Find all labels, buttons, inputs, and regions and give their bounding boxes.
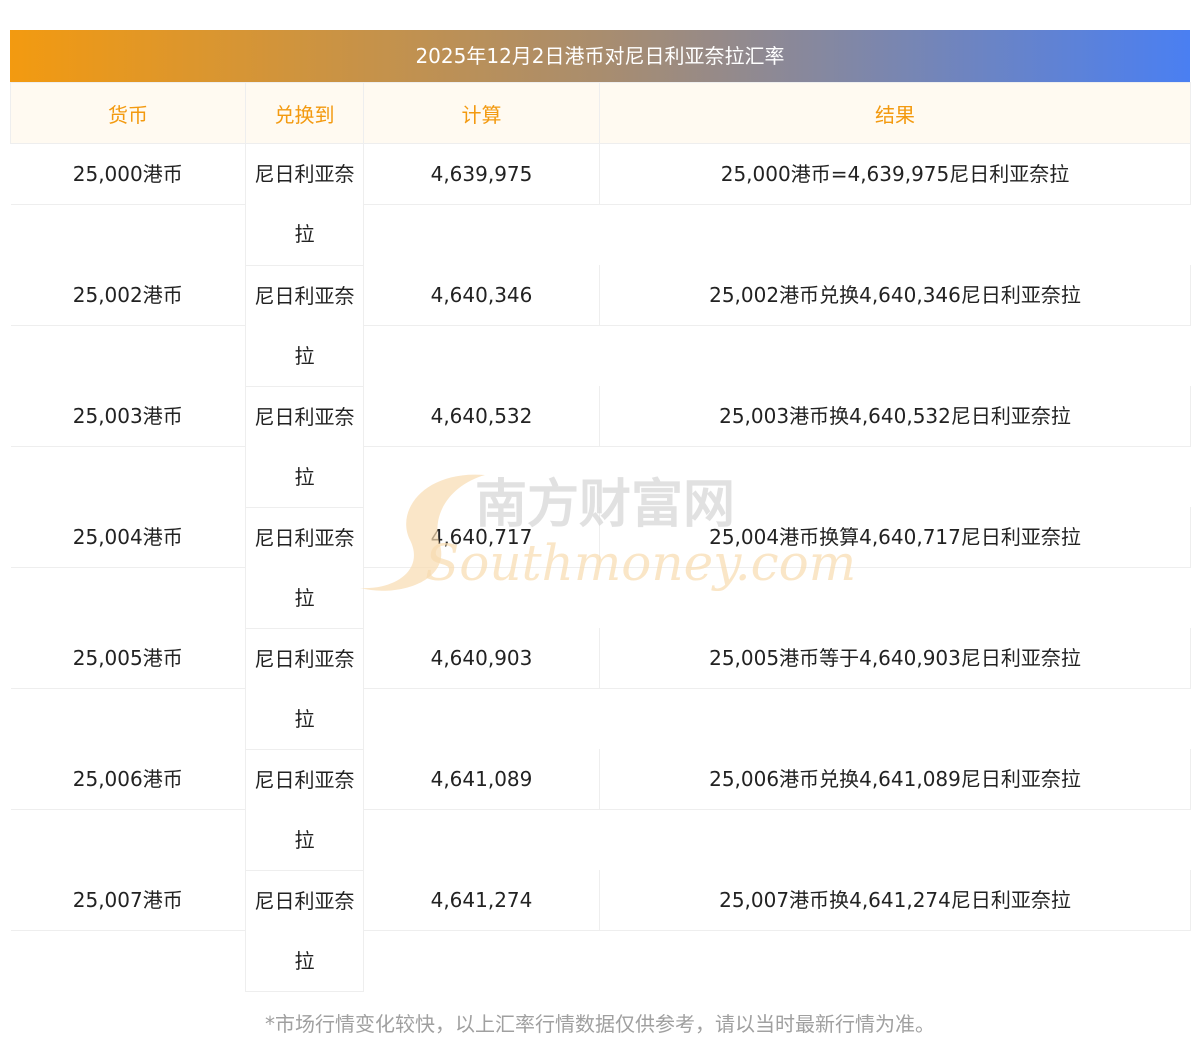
header-currency: 货币 [10, 82, 246, 144]
table-row: 25,002港币 尼日利亚奈拉 4,640,346 25,002港币兑换4,64… [10, 265, 1191, 387]
calc-cell: 4,641,089 [363, 749, 600, 810]
target-currency-cell: 尼日利亚奈拉 [245, 749, 364, 871]
header-row: 货币 兑换到 计算 结果 [10, 82, 1191, 144]
table-row: 25,006港币 尼日利亚奈拉 4,641,089 25,006港币兑换4,64… [10, 749, 1191, 871]
table-row: 25,007港币 尼日利亚奈拉 4,641,274 25,007港币换4,641… [10, 870, 1191, 992]
table-row: 25,005港币 尼日利亚奈拉 4,640,903 25,005港币等于4,64… [10, 628, 1191, 750]
disclaimer-note: *市场行情变化较快，以上汇率行情数据仅供参考，请以当时最新行情为准。 [265, 1012, 935, 1036]
rate-table-container: 2025年12月2日港币对尼日利亚奈拉汇率 货币 兑换到 计算 结果 25,00… [10, 30, 1191, 992]
result-cell: 25,005港币等于4,640,903尼日利亚奈拉 [599, 628, 1191, 689]
calc-cell: 4,639,975 [363, 143, 600, 205]
table-row: 25,003港币 尼日利亚奈拉 4,640,532 25,003港币换4,640… [10, 386, 1191, 508]
result-cell: 25,002港币兑换4,640,346尼日利亚奈拉 [599, 265, 1191, 326]
target-currency-cell: 尼日利亚奈拉 [245, 507, 364, 629]
calc-cell: 4,640,717 [363, 507, 600, 568]
target-currency-cell: 尼日利亚奈拉 [245, 386, 364, 508]
table-row: 25,000港币 尼日利亚奈拉 4,639,975 25,000港币=4,639… [10, 143, 1191, 266]
table-row: 25,004港币 尼日利亚奈拉 4,640,717 25,004港币换算4,64… [10, 507, 1191, 629]
result-cell: 25,006港币兑换4,641,089尼日利亚奈拉 [599, 749, 1191, 810]
calc-cell: 4,641,274 [363, 870, 600, 931]
amount-cell: 25,003港币 [10, 386, 246, 447]
header-convert-to: 兑换到 [245, 82, 364, 144]
amount-cell: 25,006港币 [10, 749, 246, 810]
amount-cell: 25,000港币 [10, 143, 246, 205]
amount-cell: 25,007港币 [10, 870, 246, 931]
result-cell: 25,004港币换算4,640,717尼日利亚奈拉 [599, 507, 1191, 568]
target-currency-cell: 尼日利亚奈拉 [245, 265, 364, 387]
target-currency-cell: 尼日利亚奈拉 [245, 143, 364, 266]
header-result: 结果 [599, 82, 1191, 144]
target-currency-cell: 尼日利亚奈拉 [245, 870, 364, 992]
result-cell: 25,007港币换4,641,274尼日利亚奈拉 [599, 870, 1191, 931]
amount-cell: 25,002港币 [10, 265, 246, 326]
header-calc: 计算 [363, 82, 600, 144]
calc-cell: 4,640,346 [363, 265, 600, 326]
table-title: 2025年12月2日港币对尼日利亚奈拉汇率 [10, 30, 1190, 82]
exchange-rate-table: 货币 兑换到 计算 结果 25,000港币 尼日利亚奈拉 4,639,975 2… [10, 82, 1191, 992]
calc-cell: 4,640,903 [363, 628, 600, 689]
amount-cell: 25,005港币 [10, 628, 246, 689]
result-cell: 25,000港币=4,639,975尼日利亚奈拉 [599, 143, 1191, 205]
amount-cell: 25,004港币 [10, 507, 246, 568]
calc-cell: 4,640,532 [363, 386, 600, 447]
target-currency-cell: 尼日利亚奈拉 [245, 628, 364, 750]
result-cell: 25,003港币换4,640,532尼日利亚奈拉 [599, 386, 1191, 447]
